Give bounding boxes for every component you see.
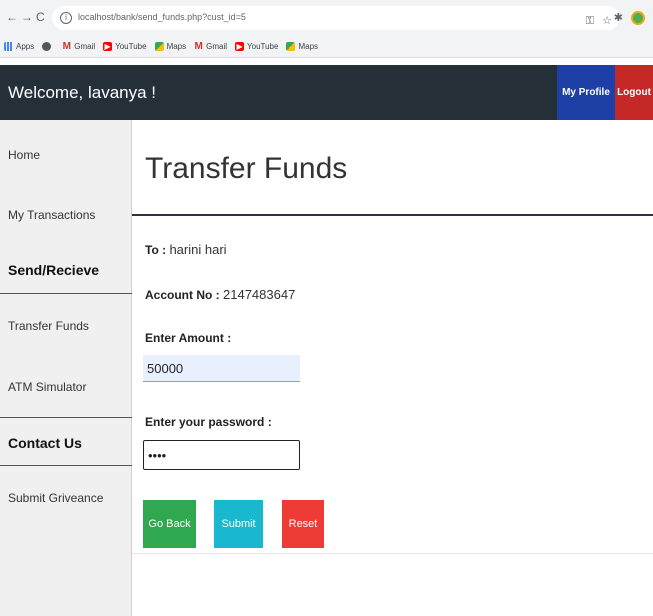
amount-label: Enter Amount : — [145, 331, 232, 345]
browser-toolbar: ← → C i localhost/bank/send_funds.php?cu… — [0, 0, 653, 36]
sidebar-divider — [0, 293, 132, 294]
reset-button[interactable]: Reset — [282, 500, 324, 548]
omnibox-actions: ⚿ ☆ — [586, 15, 612, 27]
amount-input[interactable] — [143, 355, 300, 382]
title-divider — [132, 214, 653, 216]
logout-button[interactable]: Logout — [615, 65, 653, 120]
toolbar-actions: ✱ — [614, 11, 645, 25]
gmail-icon: M — [62, 41, 71, 52]
app-header: Welcome, lavanya ! My Profile Logout — [0, 65, 653, 120]
bookmark-maps-2[interactable]: Maps — [286, 42, 318, 51]
recipient-line: To : harini hari — [145, 242, 227, 257]
profile-avatar-icon[interactable] — [631, 11, 645, 25]
youtube-icon: ▶ — [103, 42, 113, 51]
bookmark-maps-1[interactable]: Maps — [154, 42, 186, 51]
bookmark-gmail-2[interactable]: M Gmail — [194, 41, 227, 52]
password-input[interactable] — [143, 440, 300, 470]
maps-icon — [154, 42, 164, 51]
key-icon[interactable]: ⚿ — [586, 15, 594, 27]
sidebar-item-transfer-funds[interactable]: Transfer Funds — [8, 319, 89, 333]
bookmark-youtube-1[interactable]: ▶ YouTube — [103, 42, 147, 51]
bookmark-wikipedia[interactable] — [42, 42, 54, 51]
url-text[interactable]: localhost/bank/send_funds.php?cust_id=5 — [78, 12, 246, 22]
welcome-text: Welcome, lavanya ! — [8, 83, 157, 102]
sidebar-item-my-transactions[interactable]: My Transactions — [8, 208, 95, 222]
sidebar: Home My Transactions Send/Recieve Transf… — [0, 120, 132, 616]
go-back-button[interactable]: Go Back — [143, 500, 196, 548]
sidebar-item-atm-simulator[interactable]: ATM Simulator — [8, 380, 86, 394]
password-label: Enter your password : — [145, 415, 272, 429]
account-line: Account No : 2147483647 — [145, 287, 295, 302]
reload-icon[interactable]: C — [36, 10, 45, 24]
youtube-icon: ▶ — [235, 42, 245, 51]
my-profile-button[interactable]: My Profile — [557, 65, 615, 120]
gmail-icon: M — [194, 41, 203, 52]
page-title: Transfer Funds — [145, 152, 348, 185]
submit-button[interactable]: Submit — [214, 500, 263, 548]
sidebar-divider — [0, 417, 132, 418]
sidebar-item-home[interactable]: Home — [8, 148, 40, 162]
bookmarks-bar: Apps M Gmail ▶ YouTube Maps M Gmail ▶ Yo… — [0, 36, 653, 58]
bookmark-apps[interactable]: Apps — [4, 42, 34, 51]
star-icon[interactable]: ☆ — [602, 15, 612, 27]
recipient-label: To : — [145, 243, 167, 257]
wikipedia-icon — [42, 42, 52, 51]
recipient-value: harini hari — [169, 242, 227, 257]
sidebar-section-send-receive: Send/Recieve — [8, 262, 100, 278]
extensions-icon[interactable]: ✱ — [614, 12, 623, 24]
info-icon[interactable]: i — [60, 12, 72, 24]
content-divider — [132, 553, 653, 554]
apps-icon — [4, 42, 13, 51]
account-label: Account No : — [145, 288, 220, 302]
address-bar[interactable]: i localhost/bank/send_funds.php?cust_id=… — [52, 6, 620, 30]
bookmark-gmail-1[interactable]: M Gmail — [62, 41, 96, 52]
account-value: 2147483647 — [223, 287, 296, 302]
back-arrow-icon[interactable]: ← — [6, 10, 18, 24]
sidebar-divider — [0, 465, 132, 466]
sidebar-section-contact-us: Contact Us — [8, 435, 82, 451]
sidebar-item-submit-grievance[interactable]: Submit Griveance — [8, 491, 103, 505]
forward-arrow-icon[interactable]: → — [21, 10, 33, 24]
bookmark-youtube-2[interactable]: ▶ YouTube — [235, 42, 278, 51]
maps-icon — [286, 42, 296, 51]
